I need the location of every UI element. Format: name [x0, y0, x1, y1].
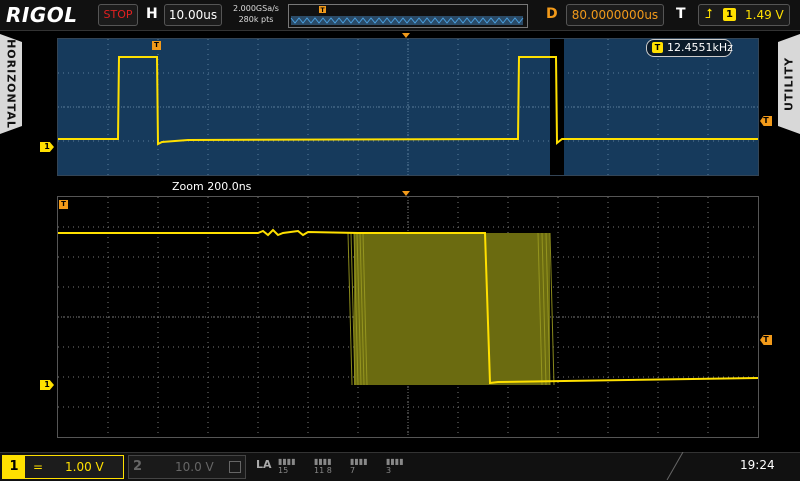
ch1-offset-marker-zoom[interactable]: 1 [40, 380, 54, 390]
main-waveform-view[interactable] [57, 38, 759, 176]
ch1-offset-marker-main[interactable]: 1 [40, 142, 54, 152]
trigger-source-badge: 1 [723, 8, 736, 21]
zoom-waveform-view[interactable] [57, 196, 759, 438]
zoom-waveform-canvas [58, 197, 758, 437]
horizontal-tab-label: HORIZONTAL [4, 39, 18, 129]
ch1-scale: 1.00 V [65, 460, 104, 474]
trigger-position-marker[interactable]: T [152, 41, 161, 50]
bottom-divider [666, 452, 684, 480]
trigger-label: T [676, 6, 686, 22]
zoom-timebase-label: Zoom 200.0ns [172, 180, 252, 193]
trigger-settings[interactable]: ⮥ 1 1.49 V [698, 4, 790, 26]
zoom-trigger-marker[interactable]: T [59, 200, 68, 209]
sample-rate: 2.000GSa/s [233, 4, 279, 13]
horizontal-label: H [146, 6, 158, 22]
la-group-4: ▮▮▮▮ 3 [386, 457, 404, 475]
utility-tab-label: UTILITY [782, 56, 796, 112]
persistence-band [354, 233, 550, 385]
ch2-settings[interactable]: 2 10.0 V [128, 455, 246, 479]
la-group-1: ▮▮▮▮ 15 [278, 457, 296, 475]
frequency-value: 12.4551kHz [667, 41, 733, 54]
la-group-2: ▮▮▮▮ 11 8 [314, 457, 332, 475]
delay-label: D [546, 6, 558, 22]
timebase-readout[interactable]: 10.00us [164, 4, 222, 26]
ch1-settings[interactable]: 1 = 1.00 V [2, 455, 124, 479]
memory-depth: 280k pts [238, 15, 274, 24]
trigger-delay-readout[interactable]: 80.0000000us [566, 4, 664, 26]
horizontal-menu-tab[interactable]: HORIZONTAL [0, 34, 22, 134]
horizontal-center-marker [402, 33, 410, 38]
run-stop-status[interactable]: STOP [98, 4, 138, 26]
memory-position-bar[interactable]: T [288, 4, 528, 28]
trigger-level-marker-zoom[interactable]: T [760, 335, 772, 345]
ch2-coupling-icon [229, 461, 241, 473]
dc-coupling-icon: = [33, 460, 44, 474]
memory-overview-waveform: T [290, 6, 524, 25]
ch2-number: 2 [133, 459, 143, 474]
logic-analyzer-status[interactable]: LA ▮▮▮▮ 15 ▮▮▮▮ 11 8 ▮▮▮▮ 7 ▮▮▮▮ 3 [254, 455, 434, 477]
main-waveform-canvas [58, 39, 758, 175]
ch2-scale: 10.0 V [175, 460, 214, 474]
utility-menu-tab[interactable]: UTILITY [778, 34, 800, 134]
ch1-number: 1 [3, 456, 25, 478]
trigger-level: 1.49 V [745, 8, 784, 22]
zoom-center-marker [402, 191, 410, 196]
rising-edge-icon: ⮥ [705, 7, 713, 22]
brand-logo: RIGOL [6, 3, 78, 27]
trigger-level-marker-main[interactable]: T [760, 116, 772, 126]
la-group-3: ▮▮▮▮ 7 [350, 457, 368, 475]
trigger-icon: T [652, 42, 663, 53]
sample-info: 2.000GSa/s 280k pts [226, 3, 286, 25]
la-label: LA [256, 458, 272, 471]
frequency-measurement[interactable]: T 12.4551kHz [646, 39, 733, 57]
clock: 19:24 [740, 458, 775, 472]
